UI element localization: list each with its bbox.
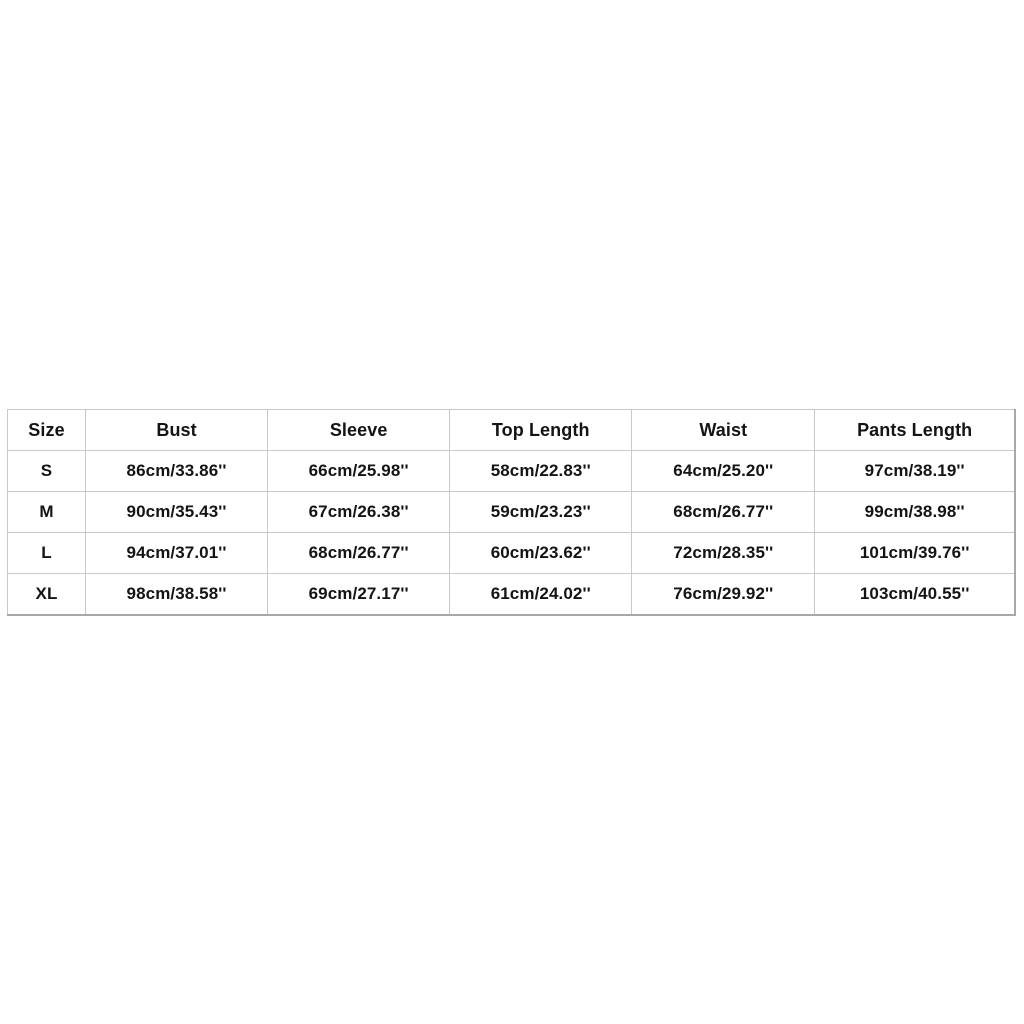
cell-waist: 72cm/28.35'' <box>631 532 816 574</box>
cell-size: XL <box>6 573 87 616</box>
table-row: XL 98cm/38.58'' 69cm/27.17'' 61cm/24.02'… <box>6 573 1016 616</box>
cell-bust: 90cm/35.43'' <box>85 491 269 533</box>
cell-pants-length: 99cm/38.98'' <box>814 491 1016 533</box>
header-top-length: Top Length <box>449 409 633 451</box>
header-pants-length: Pants Length <box>814 409 1016 451</box>
cell-waist: 64cm/25.20'' <box>631 450 816 492</box>
table-row: S 86cm/33.86'' 66cm/25.98'' 58cm/22.83''… <box>6 450 1016 492</box>
cell-sleeve: 68cm/26.77'' <box>267 532 451 574</box>
size-chart-table: Size Bust Sleeve Top Length Waist Pants … <box>6 409 1016 616</box>
cell-bust: 94cm/37.01'' <box>85 532 269 574</box>
cell-size: M <box>6 491 87 533</box>
cell-bust: 98cm/38.58'' <box>85 573 269 616</box>
cell-waist: 76cm/29.92'' <box>631 573 816 616</box>
header-size: Size <box>6 409 87 451</box>
cell-top-length: 61cm/24.02'' <box>449 573 633 616</box>
table-row: L 94cm/37.01'' 68cm/26.77'' 60cm/23.62''… <box>6 532 1016 574</box>
cell-sleeve: 66cm/25.98'' <box>267 450 451 492</box>
cell-pants-length: 103cm/40.55'' <box>814 573 1016 616</box>
header-bust: Bust <box>85 409 269 451</box>
table-row: M 90cm/35.43'' 67cm/26.38'' 59cm/23.23''… <box>6 491 1016 533</box>
cell-bust: 86cm/33.86'' <box>85 450 269 492</box>
cell-waist: 68cm/26.77'' <box>631 491 816 533</box>
cell-top-length: 60cm/23.62'' <box>449 532 633 574</box>
cell-sleeve: 69cm/27.17'' <box>267 573 451 616</box>
header-row: Size Bust Sleeve Top Length Waist Pants … <box>6 409 1016 451</box>
cell-top-length: 59cm/23.23'' <box>449 491 633 533</box>
cell-size: S <box>6 450 87 492</box>
header-waist: Waist <box>631 409 816 451</box>
cell-size: L <box>6 532 87 574</box>
cell-top-length: 58cm/22.83'' <box>449 450 633 492</box>
cell-pants-length: 101cm/39.76'' <box>814 532 1016 574</box>
cell-sleeve: 67cm/26.38'' <box>267 491 451 533</box>
cell-pants-length: 97cm/38.19'' <box>814 450 1016 492</box>
header-sleeve: Sleeve <box>267 409 451 451</box>
